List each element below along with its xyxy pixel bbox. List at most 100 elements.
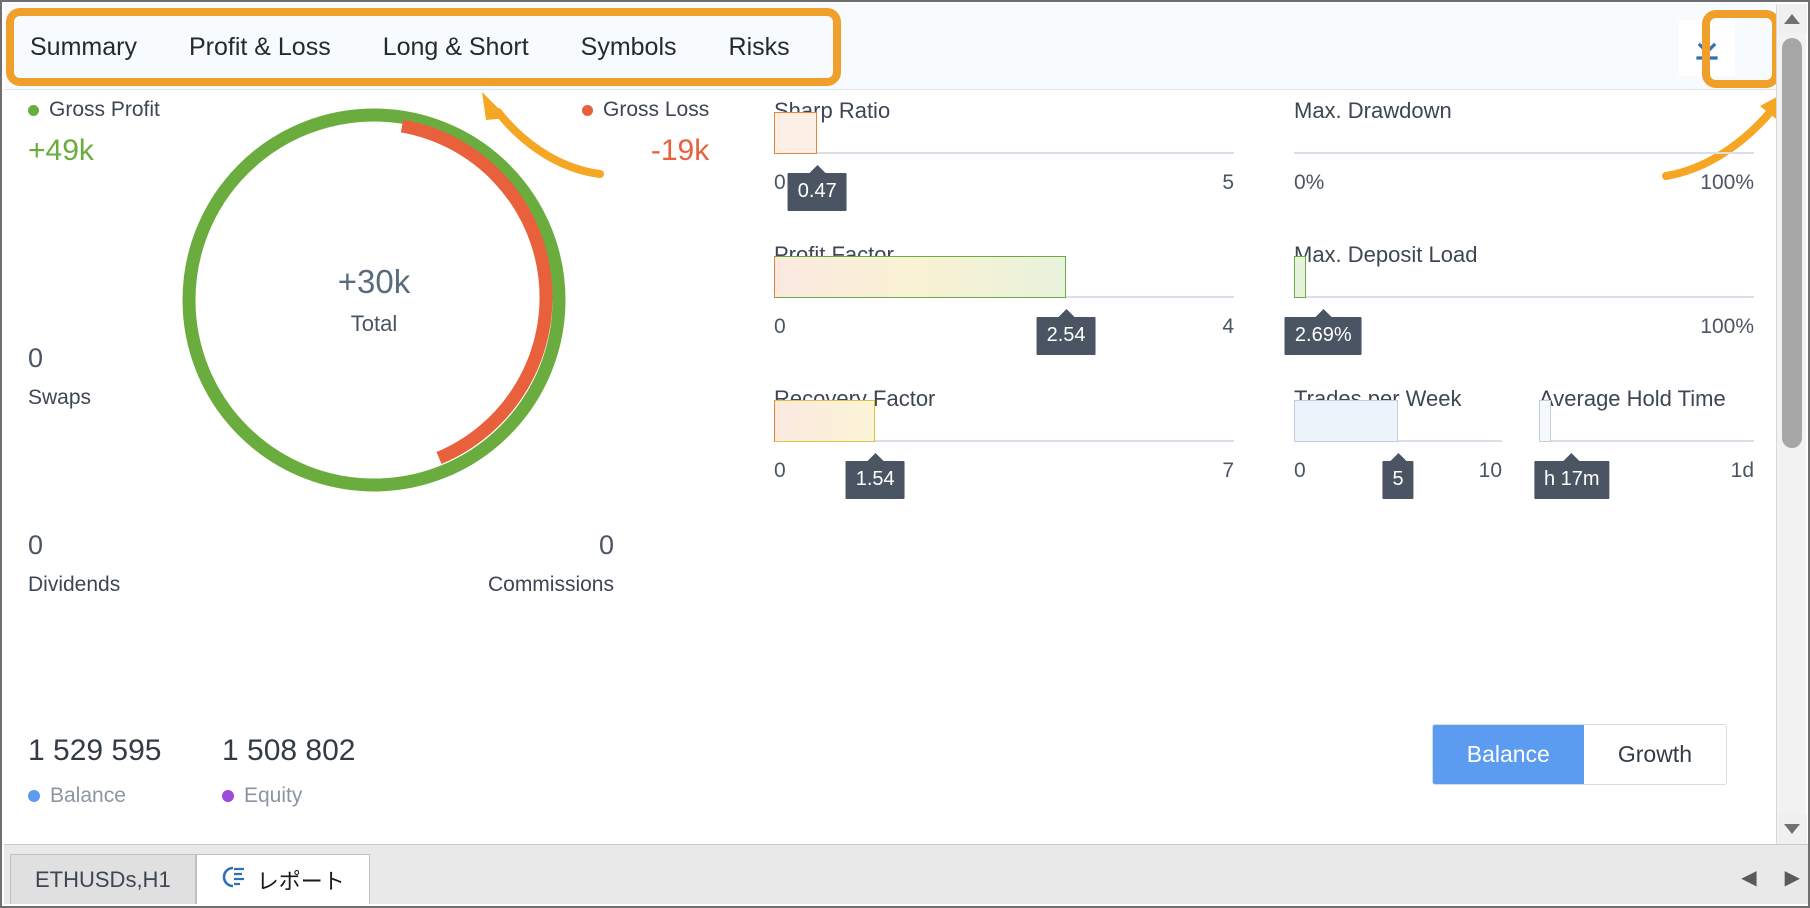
gauge-max-drawdown: Max. Drawdown 0% 100% bbox=[1294, 98, 1754, 201]
gross-profit-dot bbox=[28, 104, 39, 116]
gauge-sharp-ratio-min: 0 bbox=[774, 171, 786, 194]
bottom-tab-report[interactable]: レポート bbox=[195, 854, 370, 904]
gauge-recovery-factor-min: 0 bbox=[774, 459, 786, 482]
chart-tab-strip: ETHUSDs,H1 レポート ◀ ▶ bbox=[4, 844, 1808, 904]
footer-equity-label: Equity bbox=[244, 784, 303, 807]
gauge-profit-factor-fill bbox=[774, 256, 1067, 298]
gauge-sharp-ratio-max: 5 bbox=[1222, 171, 1234, 194]
gauge-trades-per-week-min: 0 bbox=[1294, 459, 1306, 482]
bottom-tab-ethusds[interactable]: ETHUSDs,H1 bbox=[10, 854, 196, 904]
gauge-sharp-ratio-fill bbox=[774, 112, 818, 154]
commissions-value: 0 bbox=[598, 530, 614, 560]
gauge-max-deposit-load-value: 2.69% bbox=[1284, 317, 1362, 355]
gauge-max-deposit-load-axis: 100% 2.69% bbox=[1284, 315, 1754, 355]
donut-total-value: +30k bbox=[337, 263, 411, 300]
chevron-up-icon bbox=[1784, 14, 1800, 24]
tab-summary[interactable]: Summary bbox=[4, 4, 163, 90]
gross-loss-dot bbox=[582, 104, 593, 116]
gross-profit-value: +49k bbox=[28, 134, 94, 167]
gauge-recovery-factor-axis: 0 7 1.54 bbox=[774, 459, 1234, 499]
dividends-value: 0 bbox=[28, 530, 44, 560]
gauge-recovery-factor-max: 7 bbox=[1222, 459, 1234, 482]
gauge-max-drawdown-min: 0% bbox=[1294, 171, 1325, 194]
gauge-sharp-ratio-title: Sharp Ratio bbox=[774, 98, 891, 123]
gauge-max-drawdown-title: Max. Drawdown bbox=[1294, 98, 1452, 123]
scroll-up-button[interactable] bbox=[1777, 4, 1807, 34]
gross-loss-label: Gross Loss bbox=[603, 98, 710, 121]
gauge-max-drawdown-max: 100% bbox=[1700, 171, 1754, 194]
gauge-trades-per-week-axis: 0 10 5 bbox=[1294, 459, 1502, 499]
balance-dot bbox=[28, 790, 40, 802]
tab-profit-loss[interactable]: Profit & Loss bbox=[163, 4, 357, 90]
gauge-profit-factor-min: 0 bbox=[774, 315, 786, 338]
tab-risks[interactable]: Risks bbox=[703, 4, 816, 90]
gauge-average-hold-time-max: 1d bbox=[1730, 459, 1754, 482]
legend-gross-profit: Gross Profit +49k bbox=[28, 98, 160, 168]
chevron-down-icon bbox=[1784, 824, 1800, 834]
gross-loss-value: -19k bbox=[650, 134, 710, 167]
tab-scroll-right-icon[interactable]: ▶ bbox=[1785, 865, 1800, 890]
gauge-average-hold-time-axis: 1d h 17m bbox=[1533, 459, 1754, 499]
gauge-trades-per-week: Trades per Week 0 10 5 bbox=[1294, 386, 1502, 499]
stat-dividends: 0 Dividends bbox=[28, 530, 120, 597]
gauge-max-deposit-load-title: Max. Deposit Load bbox=[1294, 242, 1478, 267]
gauge-recovery-factor: Recovery Factor 0 7 1.54 bbox=[774, 386, 1234, 499]
report-icon bbox=[221, 865, 247, 895]
bottom-tab-ethusds-label: ETHUSDs,H1 bbox=[35, 866, 171, 892]
footer-equity-value: 1 508 802 bbox=[222, 734, 356, 767]
scrollbar-thumb[interactable] bbox=[1782, 38, 1802, 448]
footer-balance-value: 1 529 595 bbox=[28, 734, 162, 767]
gross-profit-label: Gross Profit bbox=[49, 98, 160, 121]
gauge-recovery-factor-track bbox=[774, 400, 1234, 442]
gauge-trades-per-week-max: 10 bbox=[1478, 459, 1502, 482]
gauge-profit-factor-max: 4 bbox=[1222, 315, 1234, 338]
donut-center-labels: +30k Total bbox=[174, 100, 574, 500]
gauge-max-deposit-load: Max. Deposit Load 100% 2.69% bbox=[1284, 242, 1754, 355]
tab-long-short[interactable]: Long & Short bbox=[357, 4, 555, 90]
tab-scroll-left-icon[interactable]: ◀ bbox=[1741, 865, 1756, 890]
gauge-trades-per-week-fill bbox=[1294, 400, 1398, 442]
chart-mode-toggle: Balance Growth bbox=[1431, 724, 1727, 785]
report-tab-bar: Summary Profit & Loss Long & Short Symbo… bbox=[4, 4, 1779, 90]
gauge-average-hold-time-title: Average Hold Time bbox=[1539, 386, 1726, 411]
gauge-average-hold-time: Average Hold Time 1d h 17m bbox=[1533, 386, 1754, 499]
legend-gross-loss: Gross Loss -19k bbox=[582, 98, 709, 168]
gauge-sharp-ratio-axis: 0 5 0.47 bbox=[774, 171, 1234, 211]
gauge-max-deposit-load-max: 100% bbox=[1700, 315, 1754, 338]
gauge-average-hold-time-fill bbox=[1539, 400, 1551, 442]
gauge-profit-factor-value: 2.54 bbox=[1036, 317, 1096, 355]
swaps-value: 0 bbox=[28, 343, 44, 373]
gauge-trades-per-week-value: 5 bbox=[1382, 461, 1414, 499]
gauge-profit-factor-track bbox=[774, 256, 1234, 298]
scroll-down-button[interactable] bbox=[1777, 814, 1807, 844]
gauge-profit-factor-axis: 0 4 2.54 bbox=[774, 315, 1234, 355]
swaps-label: Swaps bbox=[28, 386, 92, 409]
footer-balance: 1 529 595 Balance bbox=[28, 734, 161, 808]
tab-strip-nav: ◀ ▶ bbox=[1741, 865, 1800, 890]
gauge-recovery-factor-value: 1.54 bbox=[845, 461, 905, 499]
profit-donut-chart: +30k Total bbox=[174, 100, 574, 500]
dividends-label: Dividends bbox=[28, 573, 121, 596]
donut-total-label: Total bbox=[350, 311, 398, 336]
gauge-recovery-factor-fill bbox=[774, 400, 876, 442]
gauge-trades-per-week-track bbox=[1294, 400, 1502, 442]
balance-equity-footer: 1 529 595 Balance 1 508 802 Equity Balan… bbox=[4, 724, 1779, 844]
gauge-sharp-ratio: Sharp Ratio 0 5 0.47 bbox=[774, 98, 1234, 211]
gauge-average-hold-time-track bbox=[1539, 400, 1754, 442]
stat-swaps: 0 Swaps bbox=[28, 343, 91, 410]
gauge-average-hold-time-value: h 17m bbox=[1533, 461, 1610, 499]
download-icon bbox=[1690, 31, 1724, 65]
gauge-max-drawdown-axis: 0% 100% bbox=[1294, 171, 1754, 201]
equity-dot bbox=[222, 790, 234, 802]
toggle-growth[interactable]: Growth bbox=[1583, 725, 1726, 784]
gauge-max-deposit-load-fill bbox=[1294, 256, 1307, 298]
gauge-sharp-ratio-value: 0.47 bbox=[787, 173, 847, 211]
tab-symbols[interactable]: Symbols bbox=[555, 4, 703, 90]
vertical-scrollbar[interactable] bbox=[1776, 4, 1807, 844]
bottom-tab-report-label: レポート bbox=[256, 868, 345, 894]
stat-commissions: 0 Commissions bbox=[424, 530, 614, 597]
gauge-sharp-ratio-track bbox=[774, 112, 1234, 154]
gauge-max-drawdown-track bbox=[1294, 152, 1754, 154]
toggle-balance[interactable]: Balance bbox=[1432, 725, 1584, 784]
download-button[interactable] bbox=[1679, 20, 1735, 76]
